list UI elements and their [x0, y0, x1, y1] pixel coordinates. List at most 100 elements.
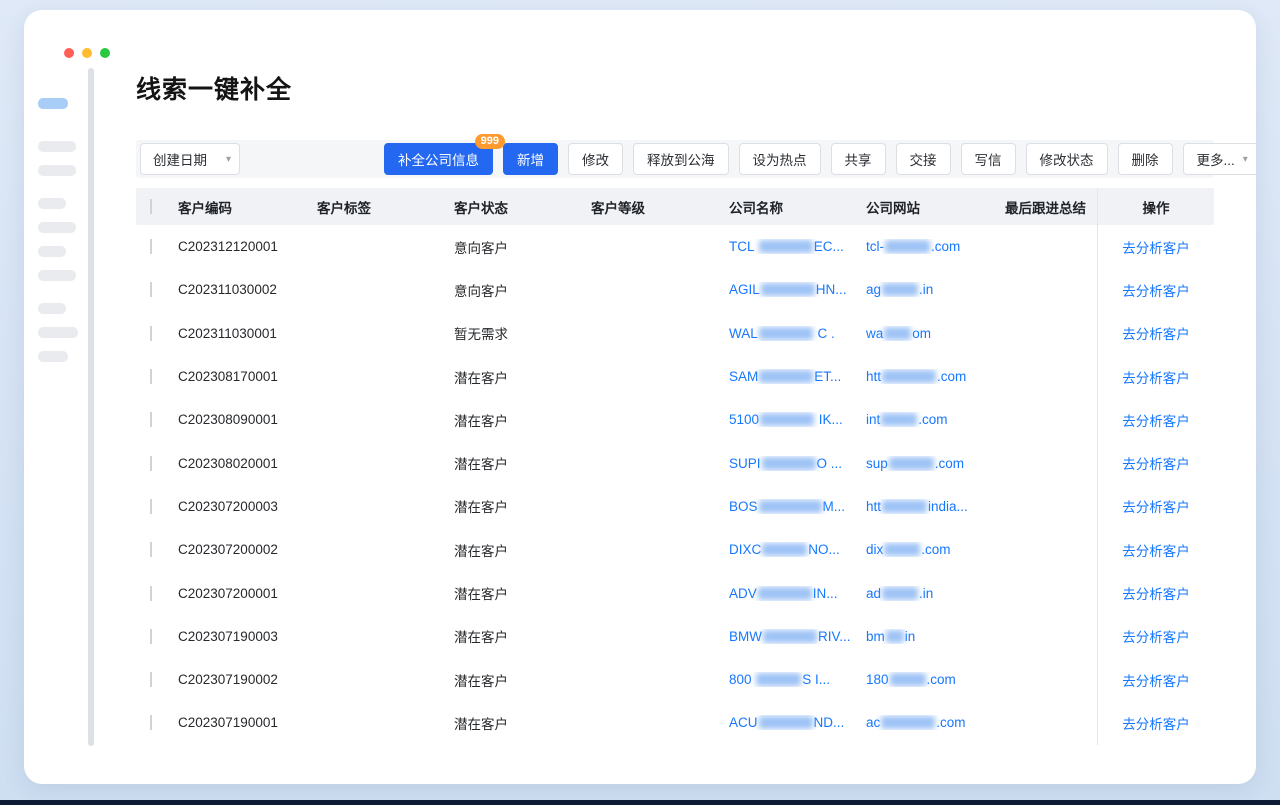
- toolbar-button[interactable]: 共享: [831, 143, 886, 175]
- date-filter-select[interactable]: 创建日期 ▾: [140, 143, 240, 175]
- column-header-status: 客户状态: [452, 197, 589, 217]
- company-website[interactable]: ac.com: [864, 715, 1003, 730]
- table-header: 客户编码 客户标签 客户状态 客户等级 公司名称 公司网站 最后跟进总结 操作: [136, 188, 1214, 225]
- sidebar-skeleton: [24, 10, 88, 784]
- company-website[interactable]: tcl-.com: [864, 239, 1003, 254]
- company-website[interactable]: 180.com: [864, 672, 1003, 687]
- analyze-customer-link[interactable]: 去分析客户: [1122, 367, 1190, 387]
- customer-status: 潜在客户: [452, 410, 589, 430]
- toolbar-button[interactable]: 删除: [1118, 143, 1173, 175]
- redacted-text: [759, 500, 822, 513]
- toolbar-button[interactable]: 修改: [568, 143, 623, 175]
- sidebar-item[interactable]: [38, 351, 68, 362]
- company-website[interactable]: dix.com: [864, 542, 1003, 557]
- company-name[interactable]: SUPIO ...: [727, 456, 864, 471]
- sidebar-item[interactable]: [38, 141, 76, 152]
- redacted-text: [761, 283, 815, 296]
- row-checkbox[interactable]: [150, 456, 152, 471]
- analyze-customer-link[interactable]: 去分析客户: [1122, 540, 1190, 560]
- more-button[interactable]: 更多... ▾: [1183, 143, 1257, 175]
- company-name[interactable]: 800 S I...: [727, 672, 864, 687]
- analyze-customer-link[interactable]: 去分析客户: [1122, 713, 1190, 733]
- analyze-customer-link[interactable]: 去分析客户: [1122, 583, 1190, 603]
- column-header-company: 公司名称: [727, 197, 864, 217]
- page-title: 线索一键补全: [136, 70, 1214, 106]
- secondary-button-group: 修改释放到公海设为热点共享交接写信修改状态删除: [568, 143, 1173, 175]
- sidebar-item[interactable]: [38, 246, 66, 257]
- company-name[interactable]: AGILHN...: [727, 282, 864, 297]
- redacted-text: [885, 240, 930, 253]
- company-name[interactable]: ACUND...: [727, 715, 864, 730]
- row-checkbox[interactable]: [150, 499, 152, 514]
- row-checkbox[interactable]: [150, 672, 152, 687]
- sidebar-item[interactable]: [38, 198, 66, 209]
- customer-status: 潜在客户: [452, 626, 589, 646]
- row-checkbox[interactable]: [150, 629, 152, 644]
- sidebar-item[interactable]: [38, 222, 76, 233]
- company-name[interactable]: WAL C .: [727, 326, 864, 341]
- row-checkbox[interactable]: [150, 369, 152, 384]
- minimize-window-button[interactable]: [82, 48, 92, 58]
- bottom-strip: [0, 800, 1280, 805]
- customer-status: 潜在客户: [452, 367, 589, 387]
- company-website[interactable]: sup.com: [864, 456, 1003, 471]
- redacted-text: [759, 716, 813, 729]
- customer-code: C202311030002: [176, 282, 315, 297]
- column-header-tag: 客户标签: [315, 197, 452, 217]
- customer-code: C202307200002: [176, 542, 315, 557]
- toolbar-button[interactable]: 写信: [961, 143, 1016, 175]
- toolbar-button[interactable]: 修改状态: [1026, 143, 1108, 175]
- redacted-text: [760, 413, 814, 426]
- analyze-customer-link[interactable]: 去分析客户: [1122, 626, 1190, 646]
- company-website[interactable]: httindia...: [864, 499, 1003, 514]
- company-name[interactable]: BMWRIV...: [727, 629, 864, 644]
- row-checkbox[interactable]: [150, 239, 152, 254]
- company-name[interactable]: 5100 IK...: [727, 412, 864, 427]
- company-name[interactable]: DIXCNO...: [727, 542, 864, 557]
- company-name[interactable]: BOSM...: [727, 499, 864, 514]
- sidebar-item-active[interactable]: [38, 98, 68, 109]
- analyze-customer-link[interactable]: 去分析客户: [1122, 410, 1190, 430]
- row-checkbox[interactable]: [150, 542, 152, 557]
- analyze-customer-link[interactable]: 去分析客户: [1122, 453, 1190, 473]
- analyze-customer-link[interactable]: 去分析客户: [1122, 496, 1190, 516]
- analyze-customer-link[interactable]: 去分析客户: [1122, 323, 1190, 343]
- select-all-checkbox[interactable]: [150, 199, 152, 214]
- toolbar-button[interactable]: 释放到公海: [633, 143, 729, 175]
- row-checkbox[interactable]: [150, 412, 152, 427]
- close-window-button[interactable]: [64, 48, 74, 58]
- row-checkbox[interactable]: [150, 586, 152, 601]
- sidebar-item[interactable]: [38, 303, 66, 314]
- sidebar-item[interactable]: [38, 165, 76, 176]
- sidebar-item[interactable]: [38, 270, 76, 281]
- redacted-text: [762, 457, 816, 470]
- add-button[interactable]: 新增: [503, 143, 558, 175]
- redacted-text: [882, 370, 936, 383]
- toolbar-button[interactable]: 设为热点: [739, 143, 821, 175]
- toolbar-button[interactable]: 交接: [896, 143, 951, 175]
- company-website[interactable]: htt.com: [864, 369, 1003, 384]
- company-website[interactable]: waom: [864, 326, 1003, 341]
- company-name[interactable]: SAMET...: [727, 369, 864, 384]
- company-website[interactable]: ag.in: [864, 282, 1003, 297]
- sidebar-item[interactable]: [38, 327, 78, 338]
- analyze-customer-link[interactable]: 去分析客户: [1122, 670, 1190, 690]
- row-checkbox[interactable]: [150, 282, 152, 297]
- date-filter-label: 创建日期: [153, 149, 207, 169]
- redacted-text: [759, 327, 813, 340]
- customer-code: C202311030001: [176, 326, 315, 341]
- scrollbar[interactable]: [88, 68, 94, 746]
- analyze-customer-link[interactable]: 去分析客户: [1122, 280, 1190, 300]
- company-website[interactable]: int.com: [864, 412, 1003, 427]
- table-row: C202308090001 潜在客户 5100 IK... int.com 去分…: [136, 398, 1214, 441]
- company-website[interactable]: ad.in: [864, 586, 1003, 601]
- redacted-text: [884, 543, 920, 556]
- complete-company-button[interactable]: 补全公司信息: [384, 143, 493, 175]
- row-checkbox[interactable]: [150, 326, 152, 341]
- company-name[interactable]: TCL EC...: [727, 239, 864, 254]
- company-name[interactable]: ADVIN...: [727, 586, 864, 601]
- analyze-customer-link[interactable]: 去分析客户: [1122, 237, 1190, 257]
- maximize-window-button[interactable]: [100, 48, 110, 58]
- company-website[interactable]: bmin: [864, 629, 1003, 644]
- row-checkbox[interactable]: [150, 715, 152, 730]
